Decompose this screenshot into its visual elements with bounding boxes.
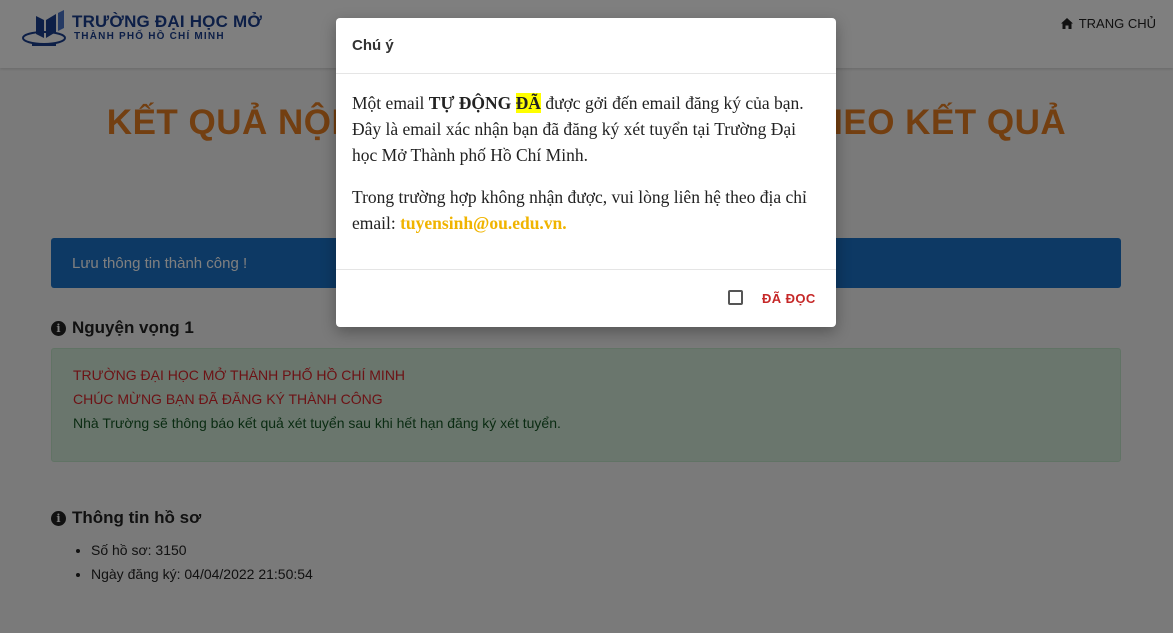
contact-email-link[interactable]: tuyensinh@ou.edu.vn. bbox=[400, 213, 567, 233]
read-checkbox-label[interactable]: ĐÃ ĐỌC bbox=[762, 291, 816, 306]
modal-title: Chú ý bbox=[336, 18, 836, 74]
modal-footer: ĐÃ ĐỌC bbox=[336, 269, 836, 327]
modal-paragraph-1: Một email TỰ ĐỘNG ĐÃ được gởi đến email … bbox=[352, 90, 820, 168]
read-checkbox[interactable] bbox=[728, 290, 743, 305]
modal-body: Một email TỰ ĐỘNG ĐÃ được gởi đến email … bbox=[336, 74, 836, 236]
modal-highlight-text: ĐÃ bbox=[515, 93, 541, 113]
modal-paragraph-2: Trong trường hợp không nhận được, vui lò… bbox=[352, 184, 820, 236]
notice-modal: Chú ý Một email TỰ ĐỘNG ĐÃ được gởi đến … bbox=[336, 18, 836, 327]
modal-space bbox=[511, 93, 515, 113]
modal-text: Một email bbox=[352, 93, 429, 113]
modal-bold-text: TỰ ĐỘNG bbox=[428, 93, 512, 113]
